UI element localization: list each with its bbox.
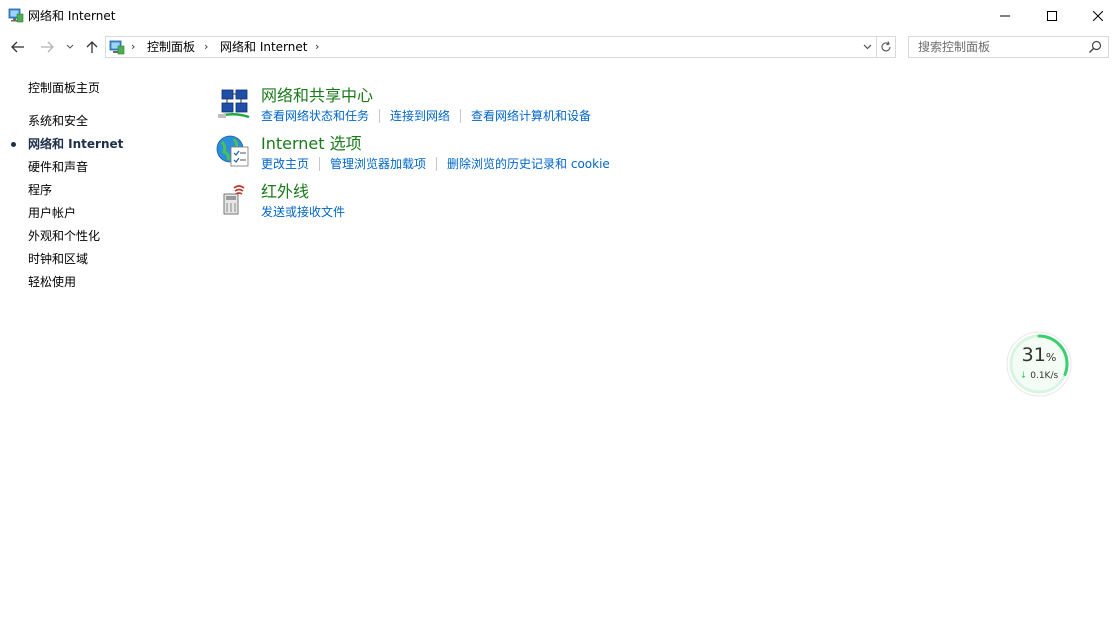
- sidebar-item-user-accounts[interactable]: 用户帐户: [28, 205, 76, 221]
- category-title[interactable]: 网络和共享中心: [261, 86, 373, 106]
- sidebar-item-network-internet[interactable]: 网络和 Internet: [28, 136, 123, 152]
- category-internet-options: Internet 选项 更改主页 管理浏览器加载项 删除浏览的历史记录和 coo…: [216, 134, 916, 180]
- search-box[interactable]: [908, 36, 1109, 58]
- sidebar-item-appearance[interactable]: 外观和个性化: [28, 228, 100, 244]
- network-speed-widget[interactable]: 31% ↓ 0.1K/s: [1005, 330, 1073, 398]
- back-button[interactable]: [8, 38, 28, 56]
- network-sharing-icon[interactable]: [216, 86, 252, 122]
- usage-percent-value: 31: [1022, 344, 1046, 366]
- search-input[interactable]: [909, 37, 1088, 57]
- category-network-sharing: 网络和共享中心 查看网络状态和任务 连接到网络 查看网络计算机和设备: [216, 86, 916, 132]
- chevron-right-icon[interactable]: ›: [204, 40, 208, 54]
- link-connect-network[interactable]: 连接到网络: [390, 108, 450, 124]
- category-infrared: 红外线 发送或接收文件: [216, 182, 916, 228]
- usage-percent: 31%: [1005, 344, 1073, 369]
- chevron-down-icon: [863, 44, 872, 50]
- breadcrumb-control-panel[interactable]: 控制面板: [147, 40, 195, 54]
- close-icon: [1093, 11, 1103, 21]
- sidebar-item-hardware-sound[interactable]: 硬件和声音: [28, 159, 88, 175]
- minimize-button[interactable]: [982, 0, 1028, 32]
- link-view-network-devices[interactable]: 查看网络计算机和设备: [471, 108, 591, 124]
- window-title: 网络和 Internet: [28, 8, 115, 24]
- refresh-icon: [880, 41, 892, 53]
- breadcrumb-network-internet[interactable]: 网络和 Internet: [220, 40, 307, 54]
- sidebar-item-clock-region[interactable]: 时钟和区域: [28, 251, 88, 267]
- search-icon[interactable]: [1088, 40, 1102, 54]
- internet-options-icon[interactable]: [216, 134, 252, 170]
- sidebar-item-ease-of-access[interactable]: 轻松使用: [28, 274, 76, 290]
- forward-button[interactable]: [37, 38, 57, 56]
- control-panel-network-icon: [8, 8, 24, 24]
- link-send-receive-files[interactable]: 发送或接收文件: [261, 204, 345, 220]
- arrow-down-icon: ↓: [1020, 371, 1028, 381]
- minimize-icon: [1000, 11, 1010, 21]
- category-links: 查看网络状态和任务 连接到网络 查看网络计算机和设备: [261, 108, 591, 124]
- link-delete-history[interactable]: 删除浏览的历史记录和 cookie: [447, 156, 610, 172]
- up-button[interactable]: [82, 38, 102, 56]
- title-bar: 网络和 Internet: [0, 0, 1114, 32]
- sidebar-item-control-panel-home[interactable]: 控制面板主页: [28, 80, 100, 96]
- close-button[interactable]: [1075, 0, 1114, 32]
- address-bar[interactable]: › 控制面板 › 网络和 Internet ›: [105, 36, 877, 58]
- chevron-right-icon: ›: [131, 40, 135, 54]
- download-speed: ↓ 0.1K/s: [1005, 371, 1073, 382]
- link-divider: [436, 157, 437, 171]
- category-title[interactable]: Internet 选项: [261, 134, 362, 154]
- usage-percent-unit: %: [1046, 351, 1056, 364]
- address-dropdown-button[interactable]: [860, 40, 874, 54]
- download-speed-value: 0.1K/s: [1030, 371, 1058, 381]
- link-manage-addons[interactable]: 管理浏览器加载项: [330, 156, 426, 172]
- control-panel-icon: [109, 39, 125, 55]
- arrow-up-icon: [86, 40, 98, 54]
- chevron-down-icon: [66, 44, 74, 50]
- arrow-right-icon: [40, 41, 54, 53]
- recent-locations-button[interactable]: [62, 38, 78, 56]
- maximize-icon: [1047, 11, 1057, 21]
- link-divider: [460, 109, 461, 123]
- arrow-left-icon: [11, 41, 25, 53]
- category-links: 更改主页 管理浏览器加载项 删除浏览的历史记录和 cookie: [261, 156, 610, 172]
- category-title[interactable]: 红外线: [261, 182, 309, 202]
- sidebar-item-system-security[interactable]: 系统和安全: [28, 113, 88, 129]
- infrared-icon[interactable]: [216, 182, 252, 218]
- category-links: 发送或接收文件: [261, 204, 345, 220]
- link-divider: [379, 109, 380, 123]
- link-view-network-status[interactable]: 查看网络状态和任务: [261, 108, 369, 124]
- chevron-right-icon[interactable]: ›: [315, 40, 319, 54]
- link-divider: [319, 157, 320, 171]
- refresh-button[interactable]: [877, 36, 896, 58]
- maximize-button[interactable]: [1029, 0, 1075, 32]
- active-item-bullet: [11, 142, 16, 147]
- link-change-homepage[interactable]: 更改主页: [261, 156, 309, 172]
- sidebar-item-programs[interactable]: 程序: [28, 182, 52, 198]
